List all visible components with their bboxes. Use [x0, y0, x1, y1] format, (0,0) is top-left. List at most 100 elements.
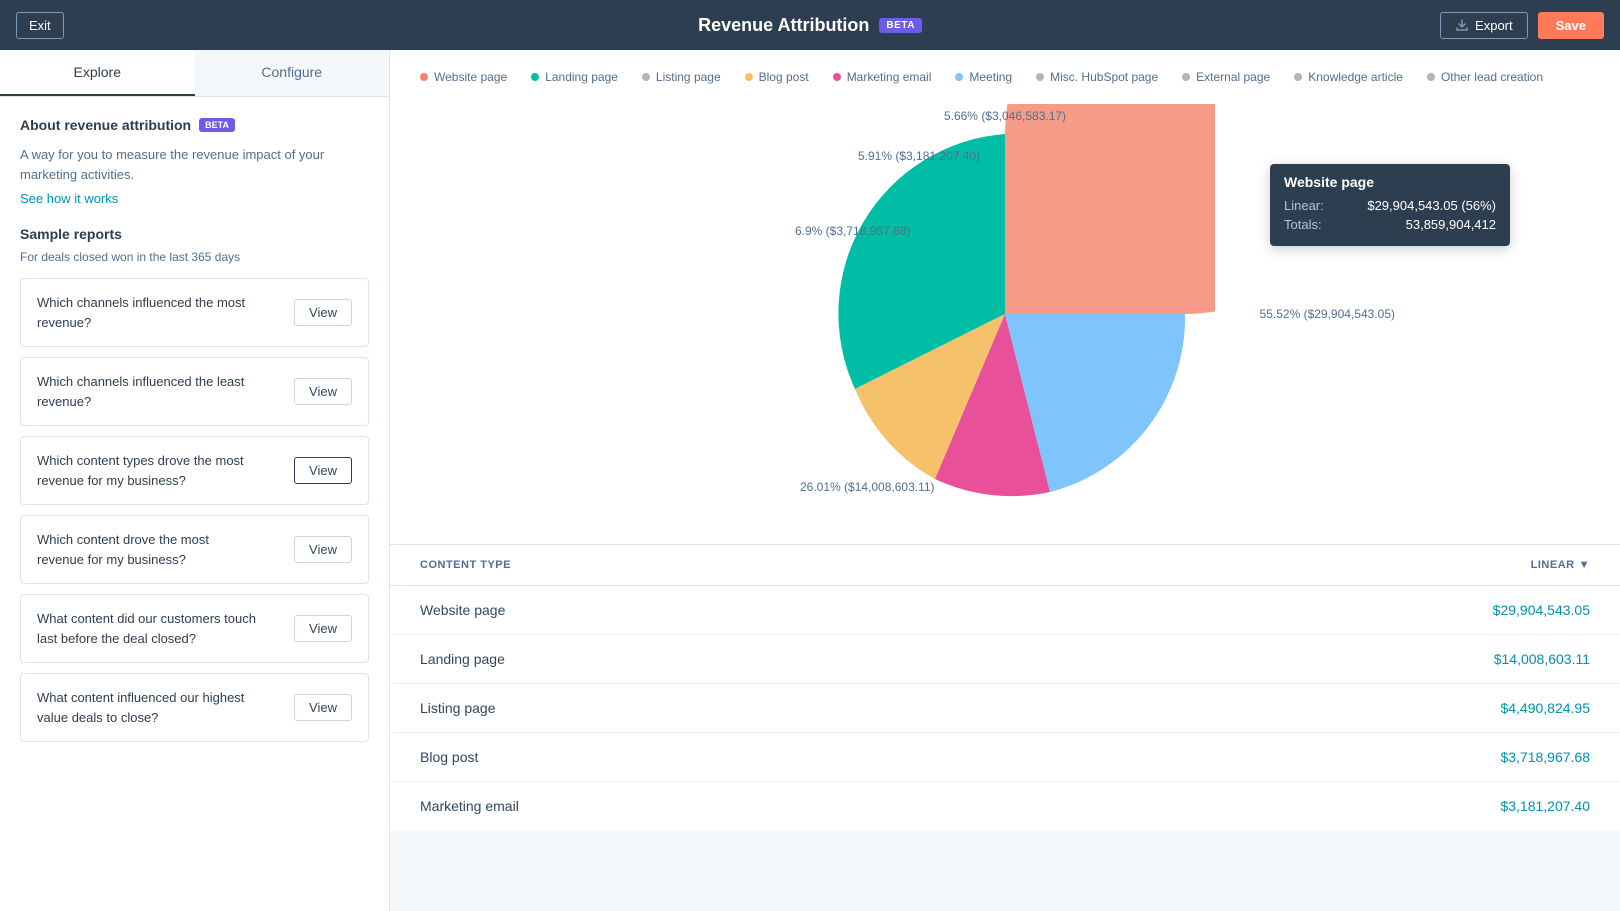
legend-item: Landing page — [531, 70, 618, 84]
legend-item: Meeting — [955, 70, 1012, 84]
tooltip-linear-label: Linear: — [1284, 198, 1324, 213]
main-content: Website page Landing page Listing page Blog… — [390, 50, 1620, 911]
about-description: A way for you to measure the revenue imp… — [20, 145, 369, 184]
about-beta-badge: BETA — [199, 118, 235, 132]
sample-card-text: Which channels influenced the most reven… — [37, 293, 257, 332]
col-linear[interactable]: LINEAR ▼ — [1531, 559, 1590, 571]
beta-badge: BETA — [879, 18, 921, 33]
table-area: CONTENT TYPE LINEAR ▼ Website page $29,90… — [390, 545, 1620, 830]
legend-dot — [642, 73, 650, 81]
legend: Website page Landing page Listing page Blog… — [420, 70, 1590, 84]
legend-dot — [1294, 73, 1302, 81]
legend-dot — [531, 73, 539, 81]
legend-dot — [1036, 73, 1044, 81]
view-button[interactable]: View — [294, 299, 352, 326]
sidebar: Explore Configure About revenue attribut… — [0, 50, 390, 911]
table-cell-name: Website page — [420, 602, 505, 618]
table-cell-name: Marketing email — [420, 798, 519, 814]
header-actions: Export Save — [1440, 12, 1604, 39]
sidebar-content: About revenue attribution BETA A way for… — [0, 97, 389, 772]
table-cell-name: Listing page — [420, 700, 496, 716]
table-rows: Website page $29,904,543.05 Landing page $1… — [390, 586, 1620, 830]
sample-card: Which content types drove the most reven… — [20, 436, 369, 505]
chart-area: Website page Landing page Listing page Blog… — [390, 50, 1620, 545]
table-cell-value: $14,008,603.11 — [1494, 651, 1590, 667]
table-cell-name: Blog post — [420, 749, 478, 765]
sample-card-text: What content influenced our highest valu… — [37, 688, 257, 727]
legend-label: Meeting — [969, 70, 1012, 84]
view-button[interactable]: View — [294, 694, 352, 721]
legend-label: Knowledge article — [1308, 70, 1403, 84]
tooltip: Website page Linear: $29,904,543.05 (56%… — [1270, 164, 1510, 246]
sidebar-tabs: Explore Configure — [0, 50, 389, 97]
about-title: About revenue attribution BETA — [20, 117, 369, 133]
sample-reports-title: Sample reports — [20, 226, 369, 242]
table-row: Blog post $3,718,967.68 — [390, 733, 1620, 782]
header-title: Revenue Attribution — [698, 15, 869, 36]
pie-wrapper: 5.66% ($3,046,583.17) 5.91% ($3,181,207.… — [795, 104, 1215, 524]
table-row: Website page $29,904,543.05 — [390, 586, 1620, 635]
table-row: Marketing email $3,181,207.40 — [390, 782, 1620, 830]
pie-label-meeting: 5.66% ($3,046,583.17) — [944, 109, 1066, 123]
sample-cards: Which channels influenced the most reven… — [20, 278, 369, 742]
view-button[interactable]: View — [294, 536, 352, 563]
pie-chart — [795, 104, 1215, 524]
pie-label-email: 5.91% ($3,181,207.40) — [858, 149, 980, 163]
header: Exit Revenue Attribution BETA Export Sav… — [0, 0, 1620, 50]
legend-dot — [420, 73, 428, 81]
header-center: Revenue Attribution BETA — [698, 15, 922, 36]
legend-label: Marketing email — [847, 70, 932, 84]
tooltip-totals-value: 53,859,904,412 — [1406, 217, 1496, 232]
sample-card-text: Which content drove the most revenue for… — [37, 530, 257, 569]
legend-label: Website page — [434, 70, 507, 84]
table-row: Landing page $14,008,603.11 — [390, 635, 1620, 684]
pie-section: 5.66% ($3,046,583.17) 5.91% ($3,181,207.… — [420, 104, 1590, 524]
tab-explore[interactable]: Explore — [0, 50, 195, 96]
legend-dot — [1427, 73, 1435, 81]
sample-card: Which channels influenced the least reve… — [20, 357, 369, 426]
sample-card-text: Which content types drove the most reven… — [37, 451, 257, 490]
legend-item: Other lead creation — [1427, 70, 1543, 84]
pie-label-landing: 26.01% ($14,008,603.11) — [800, 480, 935, 494]
legend-item: Marketing email — [833, 70, 932, 84]
legend-label: Other lead creation — [1441, 70, 1543, 84]
legend-dot — [955, 73, 963, 81]
table-cell-value: $4,490,824.95 — [1500, 700, 1590, 716]
legend-label: Landing page — [545, 70, 618, 84]
view-button[interactable]: View — [294, 378, 352, 405]
view-button[interactable]: View — [294, 457, 352, 484]
sample-card: What content influenced our highest valu… — [20, 673, 369, 742]
legend-item: Knowledge article — [1294, 70, 1403, 84]
legend-label: Blog post — [759, 70, 809, 84]
sample-card: What content did our customers touch las… — [20, 594, 369, 663]
sample-card-text: What content did our customers touch las… — [37, 609, 257, 648]
legend-label: External page — [1196, 70, 1270, 84]
pie-label-blog: 6.9% ($3,718,967.68) — [795, 224, 910, 238]
legend-item: Blog post — [745, 70, 809, 84]
export-icon — [1455, 18, 1469, 32]
sample-card-text: Which channels influenced the least reve… — [37, 372, 257, 411]
see-how-link[interactable]: See how it works — [20, 191, 118, 206]
legend-item: Website page — [420, 70, 507, 84]
tooltip-linear-value: $29,904,543.05 (56%) — [1367, 198, 1496, 213]
save-button[interactable]: Save — [1538, 12, 1604, 39]
table-cell-value: $3,181,207.40 — [1500, 798, 1590, 814]
legend-dot — [1182, 73, 1190, 81]
tab-configure[interactable]: Configure — [195, 50, 390, 96]
table-cell-value: $3,718,967.68 — [1500, 749, 1590, 765]
tooltip-totals-row: Totals: 53,859,904,412 — [1284, 217, 1496, 232]
table-header: CONTENT TYPE LINEAR ▼ — [390, 545, 1620, 586]
tooltip-totals-label: Totals: — [1284, 217, 1322, 232]
table-row: Listing page $4,490,824.95 — [390, 684, 1620, 733]
col-content-type: CONTENT TYPE — [420, 559, 511, 571]
export-button[interactable]: Export — [1440, 12, 1528, 39]
table-cell-value: $29,904,543.05 — [1493, 602, 1590, 618]
exit-button[interactable]: Exit — [16, 12, 64, 39]
legend-item: External page — [1182, 70, 1270, 84]
tooltip-title: Website page — [1284, 174, 1496, 190]
legend-label: Misc. HubSpot page — [1050, 70, 1158, 84]
view-button[interactable]: View — [294, 615, 352, 642]
legend-label: Listing page — [656, 70, 721, 84]
table-cell-name: Landing page — [420, 651, 505, 667]
legend-dot — [745, 73, 753, 81]
